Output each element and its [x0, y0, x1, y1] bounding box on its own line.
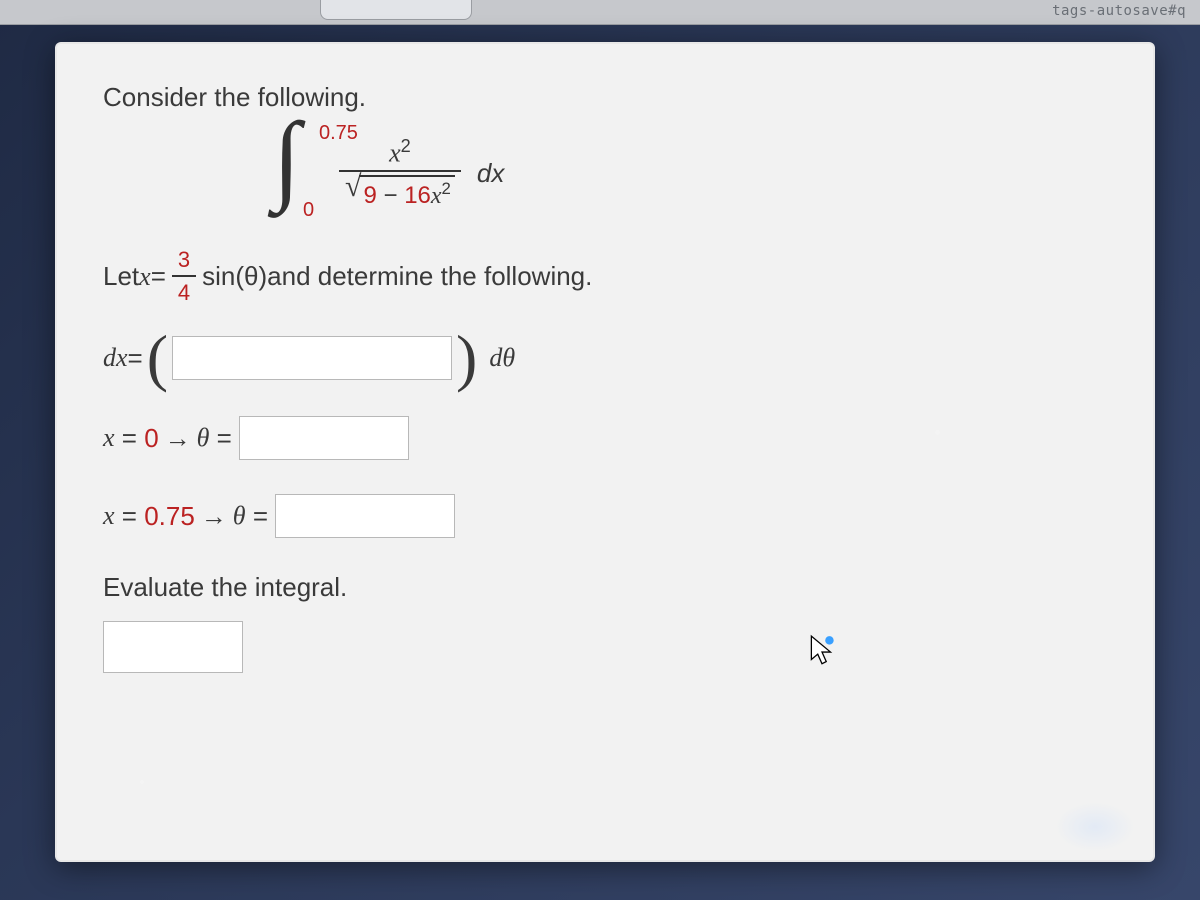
- radicand-coeff: 16: [404, 182, 431, 209]
- sub-frac-den: 4: [172, 277, 196, 306]
- l2-xval: 0.75: [144, 501, 195, 532]
- limit2-answer-input[interactable]: [275, 494, 455, 538]
- radicand-op: −: [384, 182, 398, 209]
- numerator-var: x: [389, 138, 401, 167]
- radicand-const-a: 9: [363, 182, 376, 209]
- problem-card: Consider the following. ∫ 0.75 0 x2 √ 9 …: [55, 42, 1155, 862]
- url-fragment: tags-autosave#q: [1052, 3, 1186, 19]
- l2-eq: =: [253, 501, 268, 532]
- dx-answer-input[interactable]: [172, 336, 452, 380]
- sqrt-expression: √ 9 − 16x2: [345, 175, 455, 210]
- arrow-icon: →: [201, 501, 227, 532]
- browser-chrome-top: tags-autosave#q: [0, 0, 1200, 25]
- evaluate-label: Evaluate the integral.: [103, 572, 1107, 603]
- radicand-exp: 2: [442, 179, 451, 198]
- l1-xval: 0: [144, 423, 158, 454]
- integral-upper-limit: 0.75: [319, 122, 358, 145]
- limit-row-2: x = 0.75 → θ =: [103, 494, 1107, 538]
- l2-x: x: [103, 501, 115, 531]
- substitution-line: Let x = 3 4 sin(θ) and determine the fol…: [103, 247, 1107, 306]
- radicand-var: x: [431, 183, 442, 209]
- dtheta: dθ: [489, 343, 515, 373]
- open-paren-icon: (: [143, 334, 172, 382]
- l1-theta: θ: [197, 423, 210, 453]
- sub-trig: sin(θ): [202, 261, 267, 292]
- limit-row-1: x = 0 → θ =: [103, 416, 1107, 460]
- integral-expression: ∫ 0.75 0 x2 √ 9 − 16x2 dx: [273, 123, 1107, 223]
- l1-eq: =: [217, 423, 232, 454]
- integral-lower-limit: 0: [303, 199, 314, 222]
- sub-frac-num: 3: [172, 247, 196, 275]
- dx-row: dx = ( ) dθ: [103, 334, 1107, 382]
- limit1-answer-input[interactable]: [239, 416, 409, 460]
- sub-fraction: 3 4: [172, 247, 196, 306]
- browser-tab[interactable]: [320, 0, 472, 20]
- sub-tail: and determine the following.: [267, 261, 592, 292]
- l2-theta: θ: [233, 501, 246, 531]
- integral-dx: dx: [477, 158, 504, 189]
- l1-x: x: [103, 423, 115, 453]
- integral-sign: ∫ 0.75 0: [273, 128, 333, 218]
- sub-lead: Let: [103, 261, 139, 292]
- problem-intro: Consider the following.: [103, 82, 1107, 113]
- numerator-exp: 2: [401, 136, 411, 156]
- final-answer-input[interactable]: [103, 621, 243, 673]
- arrow-icon: →: [165, 423, 191, 454]
- final-answer-row: [103, 621, 1107, 673]
- dx-eq: =: [128, 343, 143, 374]
- sub-lhs: x: [139, 262, 151, 292]
- dx-lhs: dx: [103, 343, 128, 373]
- close-paren-icon: ): [452, 334, 481, 382]
- integrand-fraction: x2 √ 9 − 16x2: [339, 136, 461, 211]
- screen-reflection: [1055, 802, 1135, 852]
- sub-eq: =: [151, 261, 166, 292]
